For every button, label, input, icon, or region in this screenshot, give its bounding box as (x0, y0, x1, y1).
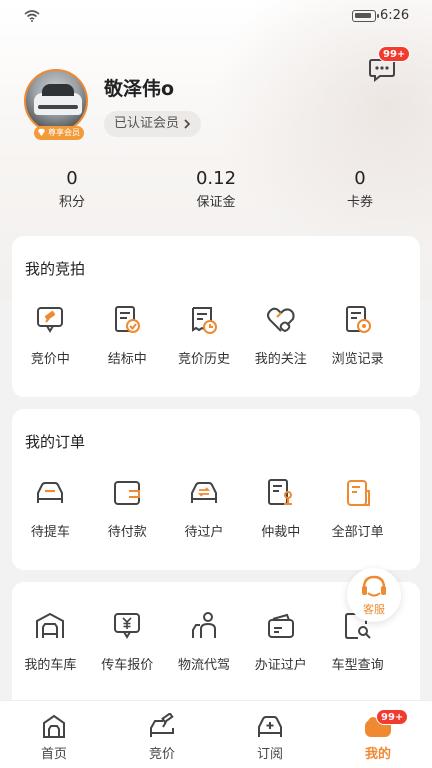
grid-label: 传车报价 (101, 658, 154, 673)
auction-bidding[interactable]: 竞价中 (12, 304, 89, 367)
service-logistics-driver[interactable]: 物流代驾 (166, 610, 243, 673)
stat-label: 保证金 (196, 195, 236, 210)
driver-icon (191, 612, 216, 638)
grid-label: 浏览记录 (331, 352, 384, 367)
tab-label: 竞价 (148, 747, 175, 762)
auction-hammer-icon (37, 307, 64, 333)
stat-value: 0.12 (195, 168, 237, 189)
tab-home[interactable]: 首页 (0, 701, 108, 768)
tab-label: 我的 (364, 747, 391, 762)
subscribe-icon (258, 716, 282, 737)
bid-icon (150, 713, 174, 737)
car-icon (37, 482, 64, 503)
service-price-quote[interactable]: 传车报价 (89, 610, 166, 673)
document-clock-icon (191, 307, 217, 334)
grid-label: 竞价中 (30, 352, 70, 367)
stat-deposit[interactable]: 0.12 保证金 (166, 168, 266, 210)
avatar-image (24, 69, 88, 133)
grid-label: 待提车 (30, 525, 70, 540)
home-icon (43, 714, 65, 738)
document-check-icon (115, 306, 141, 333)
verified-label: 已认证会员 (114, 116, 180, 131)
vip-badge: 尊享会员 (34, 126, 84, 140)
grid-label: 我的车库 (24, 658, 77, 673)
status-bar: 6:26 (0, 0, 432, 34)
username: 敬泽伟o (104, 78, 175, 100)
grid-label: 竞价历史 (177, 352, 230, 367)
grid-label: 全部订单 (331, 525, 384, 540)
verified-member-button[interactable]: 已认证会员 (104, 111, 202, 137)
car-transfer-icon (190, 482, 217, 503)
document-eye-icon (345, 306, 371, 333)
tab-label: 订阅 (256, 747, 283, 762)
tab-subscribe[interactable]: 订阅 (216, 701, 324, 768)
grid-label: 结标中 (107, 352, 147, 367)
wallet-icon (114, 481, 141, 505)
order-pickup[interactable]: 待提车 (12, 477, 89, 540)
wifi-icon (24, 10, 40, 22)
battery-icon (352, 10, 379, 22)
grid-label: 待过户 (184, 525, 224, 540)
message-button[interactable]: 99+ (368, 46, 411, 82)
service-garage[interactable]: 我的车库 (12, 610, 89, 673)
heart-tag-icon (266, 307, 295, 333)
mine-badge: 99+ (376, 709, 409, 725)
order-all[interactable]: 全部订单 (319, 477, 396, 540)
tab-mine[interactable]: 99+ 我的 (324, 701, 432, 768)
stat-value: 0 (354, 168, 366, 189)
all-orders-icon (346, 480, 370, 506)
grid-label: 我的关注 (254, 352, 307, 367)
grid-label: 仲裁中 (261, 525, 301, 540)
order-arbitration[interactable]: 仲裁中 (242, 477, 319, 540)
tab-label: 首页 (40, 747, 67, 762)
auction-closing[interactable]: 结标中 (89, 304, 166, 367)
service-certificate-transfer[interactable]: 办证过户 (242, 610, 319, 673)
my-auction-card: 我的竞拍 竞价中 结标中 竞价历史 我的关注 浏览记录 (12, 236, 420, 397)
auction-favorites[interactable]: 我的关注 (242, 304, 319, 367)
arbitration-icon (267, 479, 292, 505)
card-title: 我的竞拍 (25, 260, 86, 278)
garage-icon (36, 612, 65, 638)
stat-label: 卡券 (346, 195, 373, 210)
customer-service-button[interactable]: 客服 (347, 568, 401, 622)
certificate-card-icon (267, 613, 294, 638)
customer-service-label: 客服 (363, 603, 385, 616)
chevron-right-icon (184, 119, 191, 129)
order-pending-transfer[interactable]: 待过户 (166, 477, 243, 540)
bottom-tab-bar: 首页 竞价 订阅 99+ 我的 (0, 700, 432, 768)
order-pending-payment[interactable]: 待付款 (89, 477, 166, 540)
stat-value: 0 (66, 168, 78, 189)
diamond-icon (37, 128, 46, 137)
vip-label: 尊享会员 (48, 128, 80, 137)
stat-label: 积分 (58, 195, 85, 210)
stat-coupons[interactable]: 0 卡券 (310, 168, 410, 210)
price-quote-icon (114, 613, 141, 639)
my-orders-card: 我的订单 待提车 待付款 待过户 仲裁中 全部订单 (12, 409, 420, 570)
auction-history[interactable]: 竞价历史 (166, 304, 243, 367)
message-badge: 99+ (378, 46, 411, 62)
grid-label: 物流代驾 (177, 658, 230, 673)
stat-points[interactable]: 0 积分 (22, 168, 122, 210)
grid-label: 待付款 (107, 525, 147, 540)
auction-browse-history[interactable]: 浏览记录 (319, 304, 396, 367)
grid-label: 车型查询 (331, 658, 384, 673)
grid-label: 办证过户 (254, 658, 307, 673)
avatar[interactable]: 尊享会员 (24, 69, 88, 140)
card-title: 我的订单 (25, 433, 86, 451)
tab-bidding[interactable]: 竞价 (108, 701, 216, 768)
headset-icon (362, 575, 386, 597)
status-time: 6:26 (380, 8, 410, 23)
stats-row: 0 积分 0.12 保证金 0 卡券 (0, 168, 432, 216)
